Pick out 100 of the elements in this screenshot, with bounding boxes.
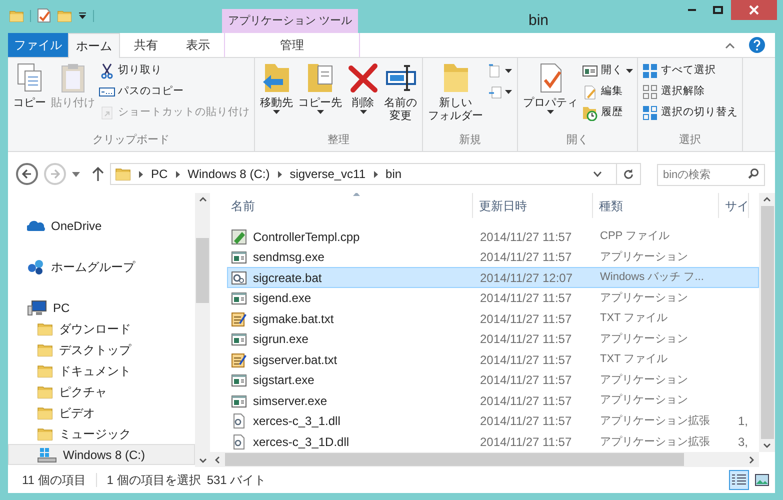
- column-header[interactable]: 種類: [593, 193, 719, 218]
- search-field[interactable]: binの検索: [657, 164, 765, 186]
- ribbon-tab[interactable]: 共有: [120, 33, 172, 57]
- sort-arrow-icon: [353, 193, 360, 196]
- scrollbar[interactable]: [195, 193, 210, 467]
- ribbon-button[interactable]: 名前の 変更: [382, 58, 419, 132]
- ribbon-button[interactable]: 切り取り: [98, 60, 251, 81]
- scrollbar-thumb[interactable]: [196, 238, 209, 302]
- file-row[interactable]: sigrun.exe 2014/11/27 11:57 アプリケーション: [227, 328, 759, 350]
- address-bar[interactable]: PC Windows 8 (C:) sigverse_vc11 bin: [110, 163, 641, 185]
- ribbon-button[interactable]: 新しい フォルダー: [426, 58, 485, 132]
- up-arrow-icon[interactable]: [92, 167, 104, 181]
- text-file-icon: [231, 352, 247, 368]
- file-row[interactable]: sigserver.bat.txt 2014/11/27 11:57 TXT ファイル: [227, 349, 759, 370]
- ribbon-button[interactable]: 履歴: [581, 102, 634, 123]
- application-icon: [231, 290, 247, 306]
- ribbon-button[interactable]: すべて選択: [641, 60, 739, 81]
- edit-icon: [582, 84, 598, 100]
- file-name: sigrun.exe: [253, 331, 308, 348]
- nav-item[interactable]: ピクチャ: [8, 381, 195, 402]
- file-name: simserver.exe: [253, 392, 328, 410]
- file-row[interactable]: xerces-c_3_1.dll 2014/11/27 11:57 アプリケーション拡張 1,: [227, 410, 759, 432]
- nav-item[interactable]: PC: [8, 297, 195, 318]
- folder-icon: [37, 406, 53, 420]
- nav-item[interactable]: ドキュメント: [8, 360, 195, 381]
- close-button[interactable]: [731, 0, 777, 20]
- details-view-icon: [732, 474, 746, 486]
- scroll-up-icon: [198, 197, 206, 202]
- nav-item[interactable]: ホームグループ: [8, 256, 195, 277]
- file-row[interactable]: ControllerTempl.cpp 2014/11/27 11:57 CPP ファイル: [227, 226, 759, 247]
- date-cell-text: 2014/11/27 11:57: [479, 434, 573, 451]
- nav-item[interactable]: Windows 8 (C:): [8, 444, 195, 465]
- help-icon[interactable]: [749, 37, 765, 53]
- folder-icon: [37, 426, 53, 440]
- breadcrumb[interactable]: sigverse_vc11: [290, 165, 366, 183]
- application-icon: [231, 372, 247, 388]
- column-header[interactable]: サイ: [719, 193, 749, 218]
- back-button[interactable]: [16, 163, 38, 185]
- group-label: クリップボード: [92, 132, 170, 148]
- ribbon-tab[interactable]: 表示: [172, 33, 224, 57]
- group-label: 新規: [458, 132, 482, 148]
- dropdown-icon[interactable]: [78, 12, 87, 20]
- ribbon-button[interactable]: 開く: [581, 60, 634, 81]
- selection-count: 1 個の項目を選択: [106, 472, 201, 489]
- computer-icon: [27, 300, 47, 316]
- file-row[interactable]: sigstart.exe 2014/11/27 11:57 アプリケーション: [227, 370, 759, 390]
- file-name: xerces-c_3_1D.dll: [253, 434, 350, 451]
- ribbon-button[interactable]: 選択解除: [641, 81, 739, 102]
- type-cell-text: CPP ファイル: [599, 229, 670, 244]
- application-icon: [231, 249, 247, 266]
- group-label: 開く: [566, 132, 590, 148]
- ribbon-button[interactable]: プロパティ: [521, 58, 580, 132]
- folder-icon: [37, 342, 53, 356]
- ribbon-button[interactable]: コピー: [11, 58, 48, 132]
- dropdown-icon[interactable]: [593, 171, 602, 177]
- ribbon-button[interactable]: 編集: [581, 81, 634, 102]
- column-header[interactable]: 更新日時: [473, 193, 593, 218]
- back-icon: [22, 169, 32, 179]
- folder-icon: [115, 167, 131, 181]
- date-cell-text: 2014/11/27 11:57: [479, 372, 573, 390]
- properties-icon[interactable]: [37, 8, 51, 23]
- source-file-icon: [231, 228, 247, 245]
- breadcrumb[interactable]: bin: [386, 165, 402, 183]
- file-row[interactable]: sigmake.bat.txt 2014/11/27 11:57 TXT ファイル: [227, 308, 759, 329]
- file-row[interactable]: xerces-c_3_1D.dll 2014/11/27 11:57 アプリケーション拡張 3,: [227, 432, 759, 452]
- homegroup-icon: [27, 258, 45, 274]
- file-name: sendmsg.exe: [253, 249, 324, 266]
- ribbon-button[interactable]: パスのコピー: [98, 81, 251, 102]
- collapse-ribbon-icon[interactable]: [725, 43, 735, 49]
- text-file-icon: [231, 310, 247, 327]
- ribbon-tab[interactable]: ファイル: [8, 33, 68, 57]
- ribbon-button[interactable]: 選択の切り替え: [641, 102, 739, 123]
- breadcrumb[interactable]: Windows 8 (C:): [188, 165, 270, 183]
- type-cell-text: アプリケーション: [599, 392, 689, 408]
- scrollbar[interactable]: [759, 193, 775, 452]
- new-folder-icon: [57, 8, 72, 22]
- nav-item[interactable]: ビデオ: [8, 402, 195, 423]
- date-cell-text: 2014/11/27 11:57: [479, 290, 573, 308]
- breadcrumb[interactable]: PC: [151, 165, 168, 183]
- view-button[interactable]: [729, 470, 749, 490]
- gear-file-icon: [231, 270, 247, 286]
- ribbon-tab[interactable]: ホーム: [68, 33, 120, 58]
- nav-item[interactable]: OneDrive: [8, 215, 195, 236]
- scrollbar[interactable]: [210, 452, 759, 467]
- column-header[interactable]: 名前: [227, 193, 473, 218]
- ribbon-button[interactable]: 削除: [345, 58, 381, 132]
- nav-item[interactable]: ミュージック: [8, 423, 195, 444]
- file-name: ControllerTempl.cpp: [253, 228, 360, 246]
- file-row[interactable]: sigcreate.bat 2014/11/27 12:07 Windows バッチ フ...: [227, 267, 759, 288]
- ribbon-button[interactable]: 移動先: [258, 58, 295, 132]
- recent-locations-icon[interactable]: [72, 172, 80, 176]
- folder-icon: [37, 364, 53, 378]
- contextual-tab-group: アプリケーション ツール: [222, 9, 358, 33]
- ribbon-button[interactable]: コピー先: [296, 58, 344, 132]
- nav-item[interactable]: ダウンロード: [8, 318, 195, 339]
- chevron-icon: [176, 170, 180, 178]
- nav-item[interactable]: デスクトップ: [8, 339, 195, 360]
- file-row[interactable]: simserver.exe 2014/11/27 11:57 アプリケーション: [227, 390, 759, 411]
- file-row[interactable]: sendmsg.exe 2014/11/27 11:57 アプリケーション: [227, 246, 759, 268]
- file-row[interactable]: sigend.exe 2014/11/27 11:57 アプリケーション: [227, 288, 759, 308]
